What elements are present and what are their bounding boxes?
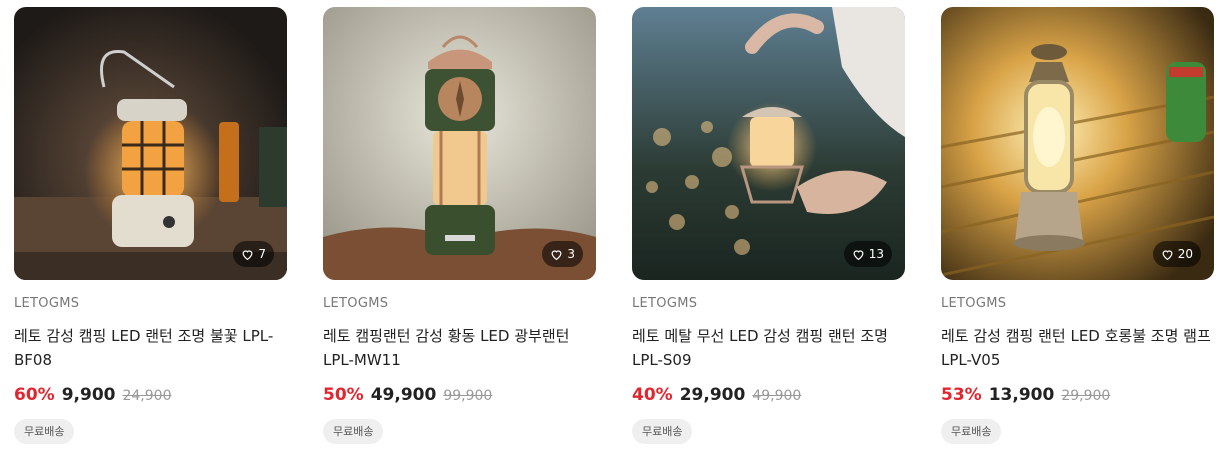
price-row: 53% 13,900 29,900 (941, 385, 1214, 409)
product-image[interactable]: 7 (14, 7, 287, 280)
free-shipping-badge: 무료배송 (14, 419, 75, 444)
brand-name[interactable]: LETOGMS (941, 296, 1214, 312)
heart-outline-icon (853, 249, 864, 260)
product-image[interactable]: 20 (941, 7, 1214, 280)
price-row: 40% 29,900 49,900 (632, 385, 905, 409)
product-image[interactable]: 13 (632, 7, 905, 280)
discount-rate: 53% (941, 385, 982, 405)
lantern-photo-icon (632, 7, 905, 280)
brand-name[interactable]: LETOGMS (14, 296, 287, 312)
discount-rate: 40% (632, 385, 673, 405)
product-grid: 7 LETOGMS 레토 감성 캠핑 LED 랜턴 조명 불꽃 LPL-BF08… (0, 0, 1226, 456)
original-price: 29,900 (1061, 388, 1111, 404)
lantern-photo-icon (14, 7, 287, 280)
discount-rate: 60% (14, 385, 55, 405)
like-count: 3 (567, 247, 575, 261)
like-count: 20 (1177, 247, 1193, 261)
heart-outline-icon (1162, 249, 1173, 260)
free-shipping-badge: 무료배송 (941, 419, 1002, 444)
like-count-badge[interactable]: 7 (233, 241, 274, 267)
product-title[interactable]: 레토 감성 캠핑 LED 랜턴 조명 불꽃 LPL-BF08 (14, 324, 287, 372)
like-count-badge[interactable]: 13 (843, 241, 892, 267)
sale-price: 9,900 (61, 385, 116, 405)
sale-price: 49,900 (370, 385, 437, 405)
free-shipping-badge: 무료배송 (323, 419, 384, 444)
like-count-badge[interactable]: 3 (542, 241, 583, 267)
lantern-photo-icon (323, 7, 596, 280)
heart-outline-icon (551, 249, 562, 260)
product-title[interactable]: 레토 캠핑랜턴 감성 황동 LED 광부랜턴 LPL-MW11 (323, 324, 596, 372)
like-count-badge[interactable]: 20 (1152, 241, 1201, 267)
discount-rate: 50% (323, 385, 364, 405)
like-count: 7 (258, 247, 266, 261)
original-price: 24,900 (122, 388, 172, 404)
product-card[interactable]: 7 LETOGMS 레토 감성 캠핑 LED 랜턴 조명 불꽃 LPL-BF08… (14, 7, 287, 444)
product-image[interactable]: 3 (323, 7, 596, 280)
product-card[interactable]: 3 LETOGMS 레토 캠핑랜턴 감성 황동 LED 광부랜턴 LPL-MW1… (323, 7, 596, 444)
price-row: 50% 49,900 99,900 (323, 385, 596, 409)
product-title[interactable]: 레토 메탈 무선 LED 감성 캠핑 랜턴 조명 LPL-S09 (632, 324, 905, 372)
brand-name[interactable]: LETOGMS (323, 296, 596, 312)
original-price: 49,900 (752, 388, 802, 404)
sale-price: 13,900 (988, 385, 1055, 405)
sale-price: 29,900 (679, 385, 746, 405)
product-title[interactable]: 레토 감성 캠핑 랜턴 LED 호롱불 조명 램프 LPL-V05 (941, 324, 1214, 372)
heart-outline-icon (242, 249, 253, 260)
product-card[interactable]: 13 LETOGMS 레토 메탈 무선 LED 감성 캠핑 랜턴 조명 LPL-… (632, 7, 905, 444)
brand-name[interactable]: LETOGMS (632, 296, 905, 312)
like-count: 13 (868, 247, 884, 261)
free-shipping-badge: 무료배송 (632, 419, 693, 444)
original-price: 99,900 (443, 388, 493, 404)
product-card[interactable]: 20 LETOGMS 레토 감성 캠핑 랜턴 LED 호롱불 조명 램프 LPL… (941, 7, 1214, 444)
price-row: 60% 9,900 24,900 (14, 385, 287, 409)
lantern-photo-icon (941, 7, 1214, 280)
